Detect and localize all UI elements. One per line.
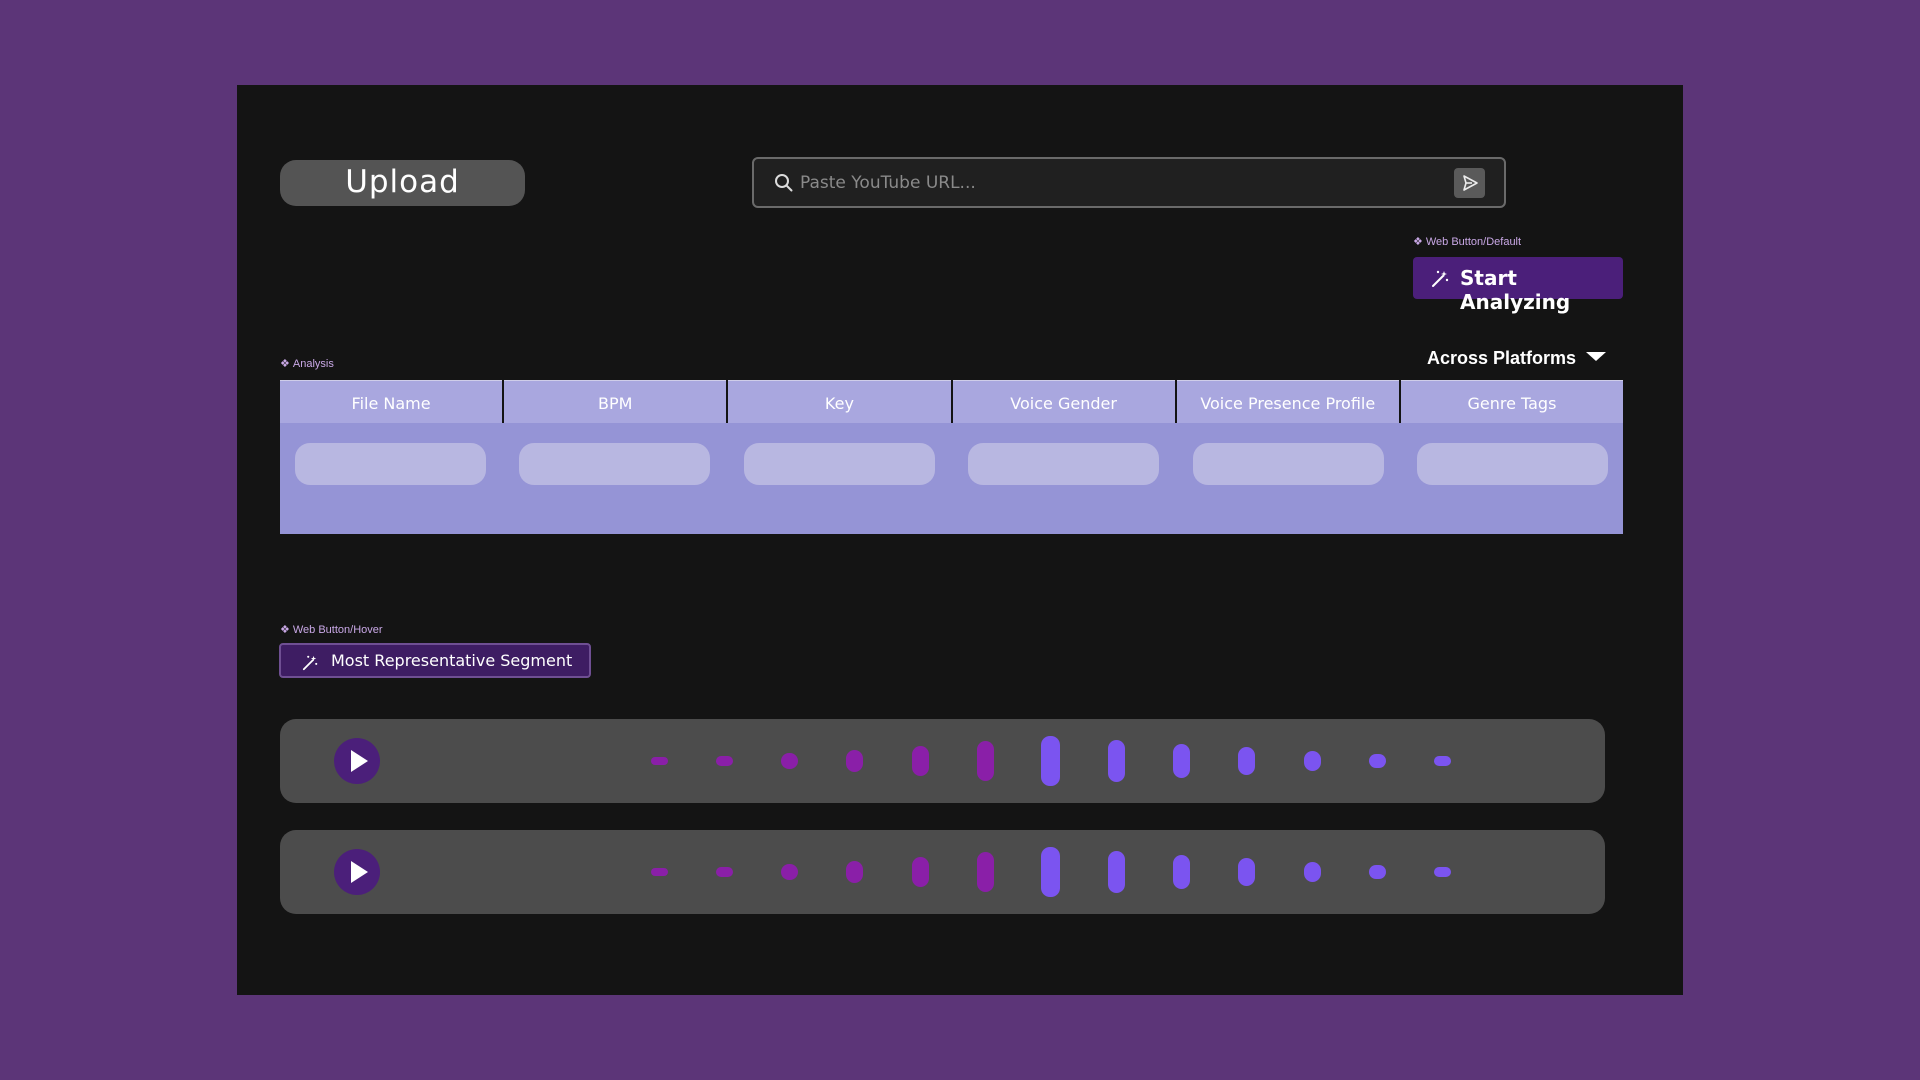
waveform-bar <box>1041 847 1061 897</box>
caret-down-icon <box>1586 352 1607 361</box>
cell-placeholder-genre-tags <box>1416 443 1608 485</box>
waveform-bar <box>1368 865 1386 879</box>
waveform-bar <box>715 867 733 877</box>
start-button-component-label: ❖ Web Button/Default <box>1413 236 1522 248</box>
waveform-bar <box>1434 867 1452 877</box>
platform-dropdown[interactable]: Across Platforms <box>1427 348 1607 369</box>
waveform-bar <box>1172 855 1190 889</box>
cell-placeholder-voice-gender <box>968 443 1160 485</box>
waveform-bar <box>911 857 929 887</box>
waveform-bar <box>781 864 799 880</box>
table-row <box>280 423 1623 534</box>
column-header-bpm: BPM <box>504 380 727 423</box>
waveform-bar <box>1303 862 1321 882</box>
analysis-table: File Name BPM Key Voice Gender Voice Pre… <box>280 380 1624 534</box>
send-button[interactable] <box>1454 168 1485 198</box>
waveform-bar <box>1041 736 1061 786</box>
start-analyzing-label: Start Analyzing <box>1460 266 1571 314</box>
component-diamond-icon: ❖ <box>280 358 290 370</box>
waveform-bar <box>1303 751 1321 771</box>
waveform-bar <box>1368 754 1386 768</box>
magic-wand-icon <box>1432 270 1449 287</box>
waveform-bar <box>1107 851 1125 893</box>
waveform-bar <box>1238 747 1256 775</box>
waveform-bar <box>1238 858 1256 886</box>
waveform-bar <box>911 746 929 776</box>
column-header-voice-presence-profile: Voice Presence Profile <box>1176 380 1399 423</box>
start-analyzing-button[interactable]: Start Analyzing <box>1413 257 1623 314</box>
cell-placeholder-bpm <box>519 443 711 485</box>
upload-button[interactable]: Upload <box>280 160 525 206</box>
column-header-file-name: File Name <box>280 380 503 423</box>
analysis-component-label: ❖ Analysis <box>280 358 334 370</box>
waveform-bar <box>977 852 994 892</box>
audio-player <box>280 830 1605 914</box>
app-frame: Upload ❖Web Button/Default Start Analyzi… <box>237 85 1683 995</box>
waveform-bar <box>1107 740 1125 782</box>
waveform-bar <box>846 861 864 883</box>
most-representative-segment-button[interactable]: Most Representative Segment <box>279 643 591 678</box>
cell-placeholder-voice-presence-profile <box>1192 443 1384 485</box>
waveform-bar <box>781 753 799 769</box>
search-bar <box>752 157 1506 208</box>
cell-placeholder-key <box>743 443 935 485</box>
component-diamond-icon: ❖ <box>280 624 290 636</box>
platform-dropdown-value: Across Platforms <box>1427 348 1577 368</box>
waveform-bar <box>846 750 864 772</box>
column-header-key: Key <box>728 380 951 423</box>
waveform-bar <box>715 756 733 766</box>
segment-button-label: Most Representative Segment <box>331 651 573 670</box>
column-header-voice-gender: Voice Gender <box>952 380 1175 423</box>
waveform <box>280 719 1605 803</box>
waveform-bar <box>1434 756 1452 766</box>
audio-player <box>280 719 1605 803</box>
waveform <box>280 830 1605 914</box>
waveform-bar <box>1172 744 1190 778</box>
magic-wand-icon <box>302 655 318 671</box>
waveform-bar <box>650 868 668 876</box>
component-diamond-icon: ❖ <box>1413 236 1423 248</box>
cell-placeholder-file-name <box>295 443 486 485</box>
send-icon <box>1463 175 1478 191</box>
table-header: File Name BPM Key Voice Gender Voice Pre… <box>280 380 1624 423</box>
youtube-url-input[interactable] <box>800 167 1440 199</box>
column-header-genre-tags: Genre Tags <box>1400 380 1624 423</box>
segment-button-component-label: ❖ Web Button/Hover <box>280 624 383 636</box>
waveform-bar <box>977 741 994 781</box>
search-icon <box>774 173 794 193</box>
waveform-bar <box>650 757 668 765</box>
